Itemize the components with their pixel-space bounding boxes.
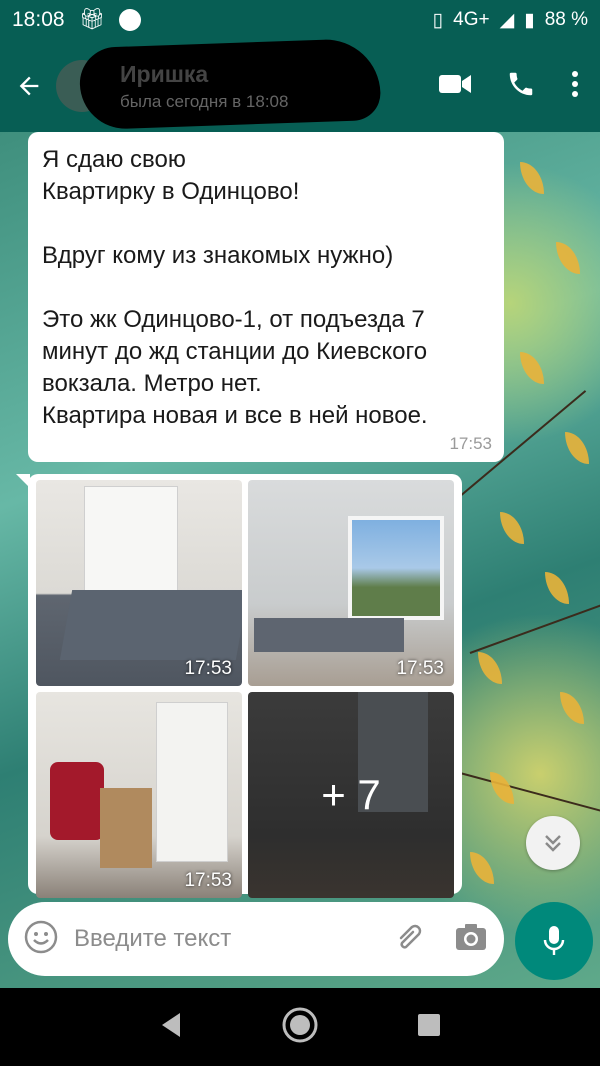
message-line <box>42 272 490 304</box>
window-shape <box>348 516 444 620</box>
photo-thumbnail[interactable]: 17:53 <box>36 692 242 898</box>
photo-thumbnail-more[interactable]: + 7 <box>248 692 454 898</box>
gift-icon: 🎁︎ <box>78 8 106 31</box>
photo-time: 17:53 <box>184 658 232 679</box>
nav-home-icon[interactable] <box>281 1006 319 1049</box>
wallpaper-leaf <box>560 692 584 724</box>
nav-recents-icon[interactable] <box>416 1012 442 1043</box>
door-shape <box>156 702 228 862</box>
signal-icon: ◢ <box>499 9 515 31</box>
nav-back-icon[interactable] <box>158 1011 184 1044</box>
wallpaper-leaf <box>565 432 589 464</box>
photo-thumbnail[interactable]: 17:53 <box>248 480 454 686</box>
bed-shape <box>254 618 404 652</box>
wallpaper-branch <box>459 772 600 818</box>
double-chevron-down-icon[interactable] <box>526 816 580 870</box>
wallpaper-leaf <box>470 852 494 884</box>
bed-shape <box>59 590 242 660</box>
arrow-back-icon[interactable] <box>12 69 46 103</box>
wallpaper-leaf <box>500 512 524 544</box>
message-line: минут до жд станции до Киевского <box>42 338 428 365</box>
vibrate-icon: ▯ <box>432 9 444 31</box>
phone-icon[interactable] <box>506 69 536 104</box>
photo-time: 17:53 <box>184 870 232 891</box>
photo-thumbnail[interactable]: 17:53 <box>36 480 242 686</box>
emoji-icon[interactable] <box>24 920 58 959</box>
chat-area[interactable]: Я сдаю свою Квартирку в Одинцово! Вдруг … <box>0 132 600 988</box>
photo-gallery: 17:53 17:53 17:53 + 7 <box>16 474 462 898</box>
status-time: 18:08 <box>12 8 65 31</box>
message-line: Квартира новая и все в ней новое. <box>42 402 428 429</box>
camera-icon[interactable] <box>454 922 488 957</box>
message-time: 17:53 <box>449 434 492 453</box>
more-photos-label: + 7 <box>321 771 381 818</box>
message-line: вокзала. Метро нет. <box>42 370 262 397</box>
message-line <box>42 208 490 240</box>
wallpaper-leaf <box>520 352 544 384</box>
bubble-tail <box>16 474 30 488</box>
wallpaper-leaf <box>478 652 502 684</box>
more-vert-icon[interactable] <box>570 69 580 104</box>
mic-icon[interactable] <box>515 902 593 980</box>
wallpaper-leaf <box>556 242 580 274</box>
paperclip-icon[interactable] <box>392 920 426 959</box>
wallpaper-branch <box>469 600 600 654</box>
video-call-icon[interactable] <box>438 71 472 102</box>
message-line: Я сдаю свою <box>42 146 186 173</box>
message-line: Это жк Одинцово-1, от подъезда 7 <box>42 306 425 333</box>
system-nav-bar <box>0 988 600 1066</box>
message-input[interactable]: Введите текст <box>74 925 392 953</box>
message-bubble[interactable]: Я сдаю свою Квартирку в Одинцово! Вдруг … <box>28 132 504 462</box>
wallpaper-leaf <box>490 772 514 804</box>
photo-time: 17:53 <box>396 658 444 679</box>
chat-header: Иришка была сегодня в 18:08 <box>0 37 600 132</box>
contact-status: была сегодня в 18:08 <box>120 91 289 111</box>
battery-level: 88 % <box>544 9 588 30</box>
message-line: Вдруг кому из знакомых нужно) <box>42 242 394 269</box>
wallpaper-leaf <box>545 572 569 604</box>
jacket-shape <box>50 762 104 840</box>
battery-icon: ▮ <box>524 9 535 31</box>
contact-info[interactable]: Иришка была сегодня в 18:08 <box>78 37 382 130</box>
box-shape <box>100 788 152 868</box>
message-line: Квартирку в Одинцово! <box>42 178 300 205</box>
message-composer[interactable]: Введите текст <box>8 902 504 976</box>
network-type: 4G+ <box>453 9 490 30</box>
notification-dot-icon <box>119 9 142 31</box>
status-bar: 18:08 🎁︎ ▯ 4G+ ◢ ▮ 88 % <box>0 0 600 40</box>
wallpaper-leaf <box>520 162 544 194</box>
contact-name: Иришка <box>120 60 209 87</box>
